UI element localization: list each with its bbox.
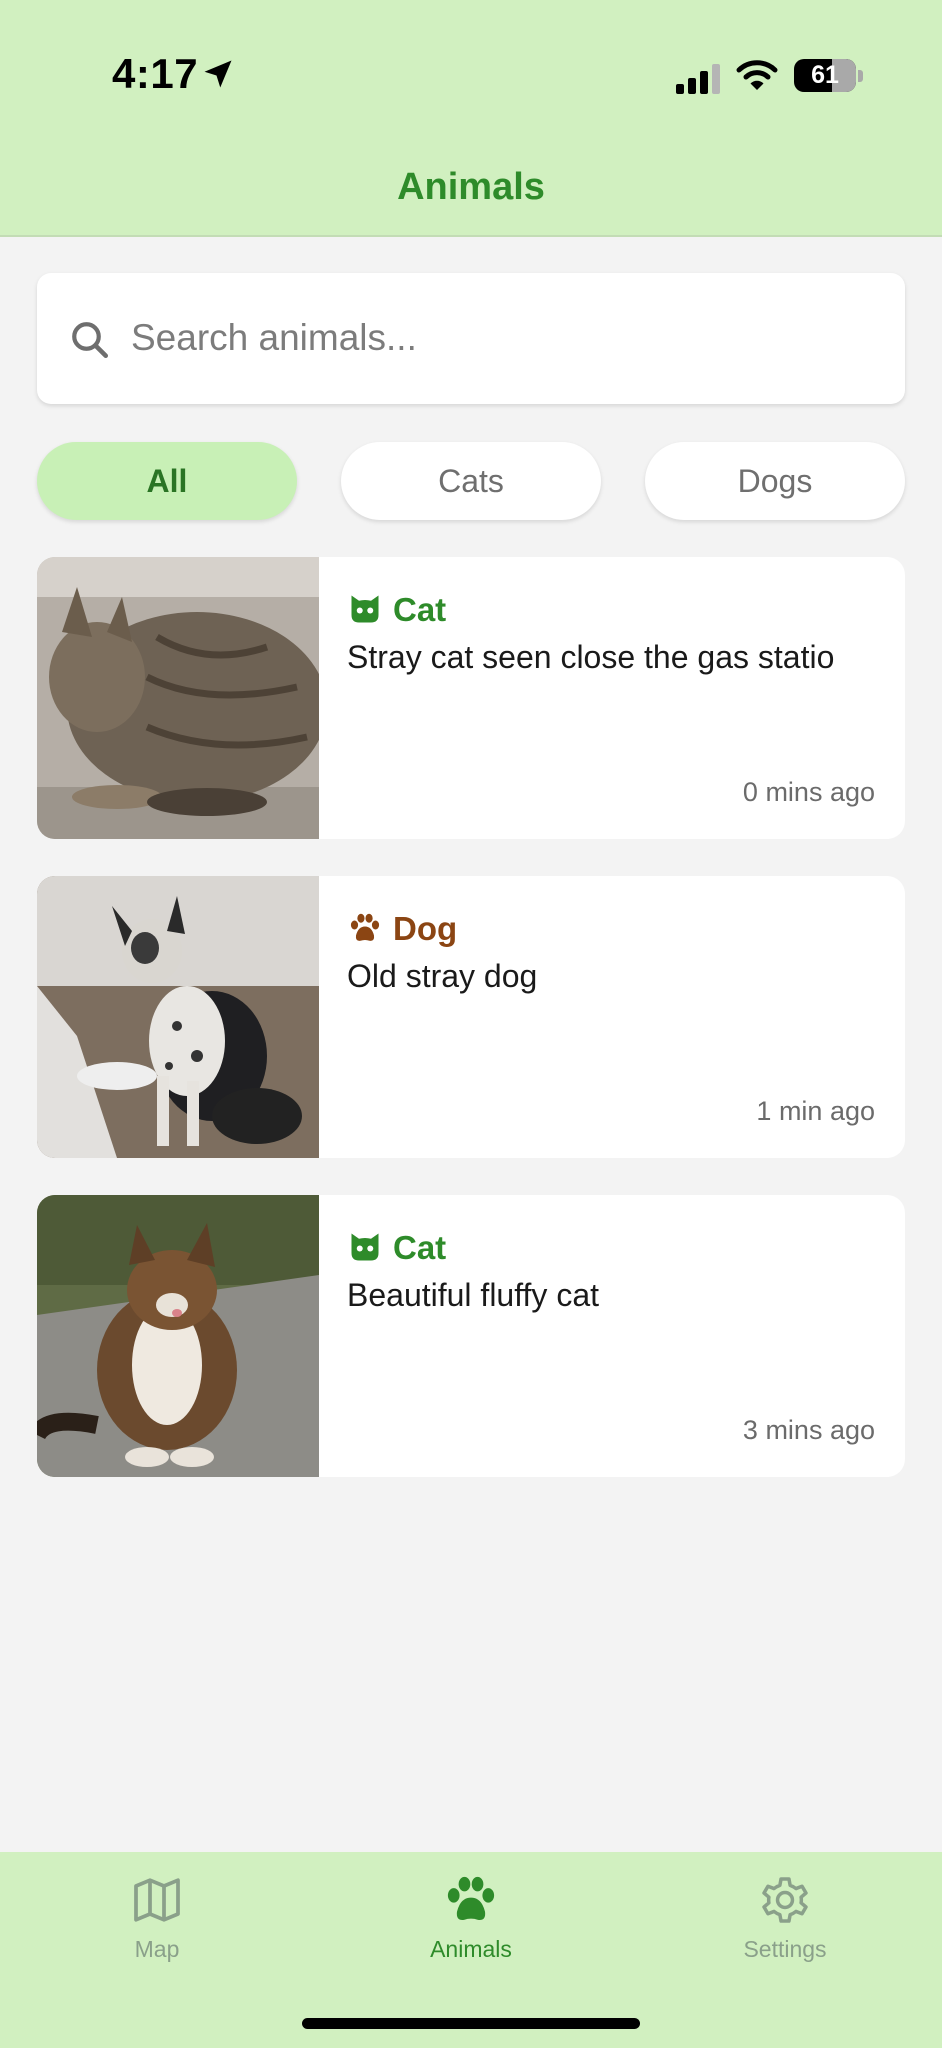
status-time: 4:17 [112, 50, 199, 97]
page-title: Animals [397, 166, 545, 208]
search-input[interactable] [131, 309, 871, 367]
spotted-dog-photo [37, 876, 319, 1158]
filter-chip-cats[interactable]: Cats [341, 442, 601, 520]
time-ago: 1 min ago [756, 1096, 875, 1126]
cat-icon [351, 595, 379, 623]
cellular-signal-icon [676, 64, 720, 94]
paw-icon [350, 913, 380, 941]
home-indicator [302, 2018, 640, 2029]
animal-card[interactable]: Cat Stray cat seen close the gas statio … [37, 557, 905, 839]
app-header: 4:17 61 Animals [0, 0, 942, 237]
tab-animals[interactable]: Animals [371, 1872, 571, 1982]
wifi-icon [736, 60, 778, 90]
filter-chip-all[interactable]: All [37, 442, 297, 520]
time-ago: 3 mins ago [742, 1415, 875, 1445]
paw-icon [447, 1876, 495, 1920]
animal-card[interactable]: Cat Beautiful fluffy cat 3 mins ago [37, 1195, 905, 1477]
animal-type-label: Dog [393, 910, 458, 947]
cat-icon [351, 1233, 379, 1261]
gear-icon [762, 1877, 808, 1923]
tabby-cat-photo [37, 557, 319, 839]
tab-settings-label: Settings [743, 1936, 827, 1962]
filter-chip-dogs[interactable]: Dogs [645, 442, 905, 520]
time-ago: 0 mins ago [742, 777, 875, 807]
tab-animals-label: Animals [430, 1936, 512, 1962]
tab-map-label: Map [134, 1936, 180, 1962]
tab-settings[interactable]: Settings [685, 1872, 885, 1982]
map-icon [134, 1878, 180, 1922]
battery-icon: 61 [794, 59, 856, 92]
battery-nub [858, 70, 863, 82]
animal-description: Old stray dog [347, 958, 538, 994]
fluffy-cat-photo [37, 1195, 319, 1477]
location-arrow-icon [204, 60, 232, 88]
search-icon [72, 322, 109, 359]
animal-type-label: Cat [393, 1229, 447, 1266]
animal-description: Beautiful fluffy cat [347, 1277, 599, 1313]
search-bar[interactable] [37, 273, 905, 404]
battery-percent: 61 [811, 61, 839, 89]
animal-description: Stray cat seen close the gas statio [347, 639, 835, 675]
animal-card[interactable]: Dog Old stray dog 1 min ago [37, 876, 905, 1158]
tab-map[interactable]: Map [57, 1872, 257, 1982]
animal-type-label: Cat [393, 591, 447, 628]
